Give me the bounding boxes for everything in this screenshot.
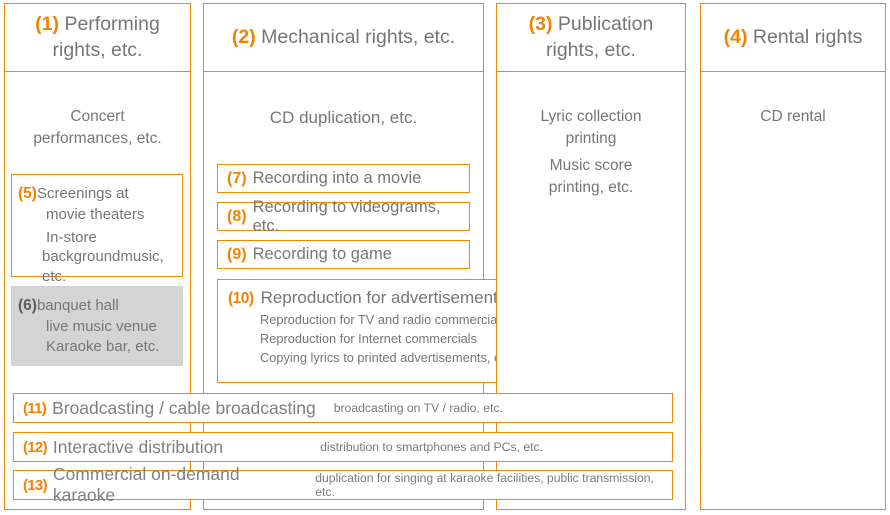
rights-categories-diagram: (1) Performing rights, etc. Concert perf… (0, 0, 890, 515)
item-12-note: distribution to smartphones and PCs, etc… (320, 440, 543, 454)
item-9-label: Recording to game (252, 245, 392, 263)
column-number-4: (4) (723, 25, 748, 48)
column-title-1-line2: rights, etc. (52, 38, 143, 61)
column-header-1: (1) Performing rights, etc. (4, 3, 191, 72)
column-title-3-line2: rights, etc. (546, 38, 636, 61)
item-12-label: Interactive distribution (52, 436, 224, 457)
column-title-4-line1: Rental rights (752, 25, 863, 48)
column-lead-2: CD duplication, etc. (204, 106, 483, 131)
column-body-4: CD rental (700, 72, 886, 510)
column-lead-4-line1: CD rental (760, 108, 826, 125)
item-7-label: Recording into a movie (252, 169, 422, 187)
column-title-2-line1: Mechanical rights, etc. (261, 25, 456, 48)
column-lead-3-line2: printing (565, 130, 617, 148)
item-6-line2: live music venue (46, 317, 157, 335)
item-6-line1: (6)banquet hall (18, 296, 176, 317)
column-lead-1: Concert performances, etc. (5, 106, 190, 151)
item-5-line4: backgroundmusic, etc. (42, 248, 164, 286)
item-5-number: (5) (18, 185, 37, 202)
column-lead-3-group-1: Lyric collection printing (497, 106, 685, 151)
item-13-note: duplication for singing at karaoke facil… (315, 471, 654, 499)
item-5-line3: In-store (46, 228, 97, 246)
item-10-number: (10) (228, 290, 254, 307)
column-lead-1-line2: performances, etc. (33, 130, 162, 148)
item-5-text1: Screenings at (36, 185, 129, 202)
column-lead-3-group-2: Music score printing, etc. (497, 155, 685, 200)
item-11-number: (11) (23, 399, 47, 417)
column-number-1: (1) (35, 12, 60, 35)
item-6-line3: Karaoke bar, etc. (46, 337, 160, 355)
item-8-number: (8) (227, 207, 247, 225)
item-6-text1: banquet hall (36, 297, 119, 314)
item-13-label: Commercial on-demand karaoke (52, 464, 240, 505)
column-number-3: (3) (528, 12, 553, 35)
column-lead-2-line1: CD duplication, etc. (269, 108, 418, 127)
item-9-number: (9) (227, 245, 247, 263)
column-header-3: (3) Publication rights, etc. (496, 3, 686, 72)
item-box-7[interactable]: (7) Recording into a movie (217, 164, 470, 193)
item-12-number: (12) (23, 438, 48, 456)
item-5-line1: (5)Screenings at (18, 184, 176, 205)
item-box-5[interactable]: (5)Screenings at movie theaters In-store… (11, 174, 183, 285)
item-box-6[interactable]: (6)banquet hall live music venue Karaoke… (11, 286, 183, 366)
column-title-1-line1: Performing (64, 12, 160, 35)
column-title-3-line1: Publication (557, 12, 654, 35)
item-10-label: Reproduction for advertisements (260, 288, 507, 307)
item-5-line2: movie theaters (46, 205, 145, 223)
column-header-4: (4) Rental rights (700, 3, 886, 72)
item-box-8[interactable]: (8) Recording to videograms, etc. (217, 198, 470, 235)
column-lead-3-line3: Music score (549, 157, 633, 174)
column-lead-3-line4: printing, etc. (548, 179, 634, 197)
column-lead-3-line1: Lyric collection (540, 108, 642, 125)
item-7-number: (7) (227, 169, 247, 187)
column-header-2: (2) Mechanical rights, etc. (203, 3, 484, 72)
item-bar-12[interactable]: (12) Interactive distribution distributi… (13, 432, 673, 462)
item-6-number: (6) (18, 297, 37, 314)
column-lead-4: CD rental (701, 106, 885, 128)
item-8-label: Recording to videograms, etc. (252, 197, 441, 235)
item-11-note: broadcasting on TV / radio, etc. (333, 401, 503, 415)
item-13-number: (13) (23, 476, 48, 494)
item-bar-11[interactable]: (11) Broadcasting / cable broadcasting b… (13, 393, 673, 423)
column-lead-1-line1: Concert (70, 108, 125, 125)
column-number-2: (2) (231, 25, 256, 48)
item-11-label: Broadcasting / cable broadcasting (52, 397, 316, 418)
item-bar-13[interactable]: (13) Commercial on-demand karaoke duplic… (13, 464, 673, 505)
item-box-9[interactable]: (9) Recording to game (217, 240, 470, 269)
